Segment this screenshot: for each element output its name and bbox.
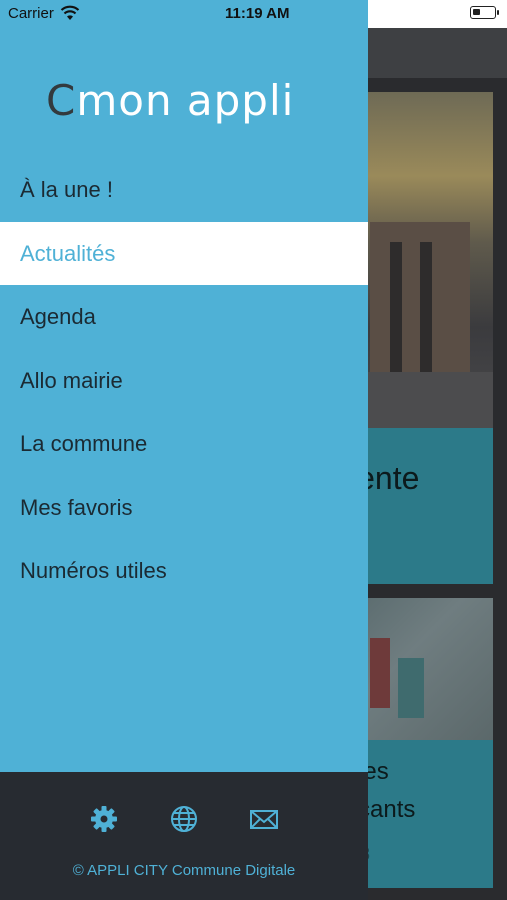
menu-item-agenda[interactable]: Agenda (0, 285, 368, 349)
menu-item-actualites[interactable]: Actualités (0, 221, 368, 285)
copyright-text: © APPLI CITY Commune Digitale (72, 862, 296, 879)
menu-item-allo-mairie[interactable]: Allo mairie (0, 349, 368, 413)
app-logo: Cmon appli (46, 76, 294, 125)
logo-c: C (46, 76, 77, 125)
menu-item-a-la-une[interactable]: À la une ! (0, 158, 368, 222)
logo-text: mon appli (76, 76, 295, 125)
menu-item-la-commune[interactable]: La commune (0, 412, 368, 476)
carrier-label: Carrier (8, 5, 54, 22)
footer-icons (0, 804, 368, 836)
menu-item-numeros-utiles[interactable]: Numéros utiles (0, 539, 368, 603)
mail-icon[interactable] (249, 804, 279, 834)
clock: 11:19 AM (225, 5, 290, 22)
menu-item-mes-favoris[interactable]: Mes favoris (0, 476, 368, 540)
news-card-image (350, 598, 493, 740)
side-drawer: Carrier 11:19 AM Cmon appli À la une ! A… (0, 0, 368, 900)
news-card-image (350, 92, 493, 428)
gear-icon[interactable] (89, 804, 119, 834)
news-card-title: lente (350, 460, 420, 496)
drawer-footer: © APPLI CITY Commune Digitale (0, 772, 368, 900)
wifi-icon (60, 5, 80, 26)
news-card[interactable]: lente (350, 92, 493, 584)
battery-icon (470, 6, 499, 19)
drawer-menu: À la une ! Actualités Agenda Allo mairie… (0, 158, 368, 603)
globe-icon[interactable] (169, 804, 199, 834)
news-card[interactable]: des rçants 18 (350, 598, 493, 888)
status-bar: Carrier 11:19 AM (0, 0, 368, 28)
